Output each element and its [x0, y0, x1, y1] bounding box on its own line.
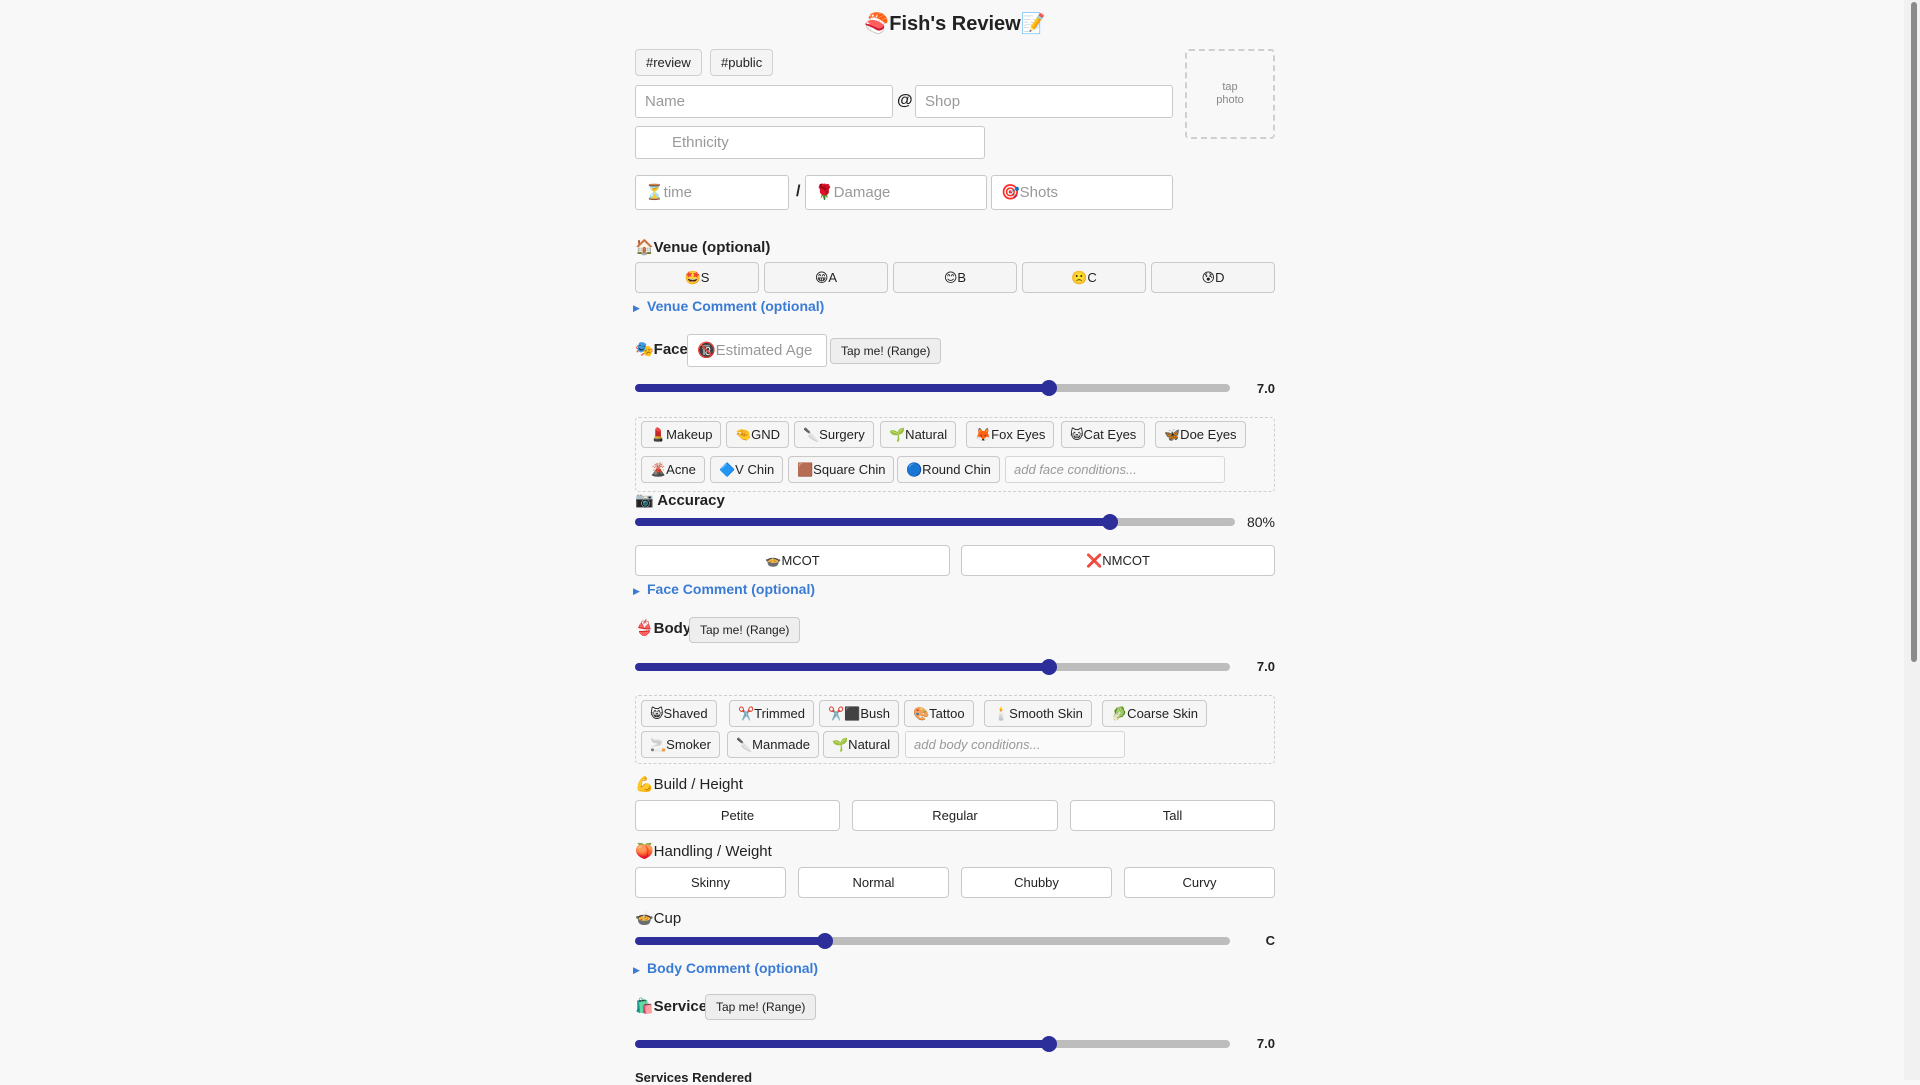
face-label: 🎭Face: [635, 341, 688, 358]
handling-skinny-button[interactable]: Skinny: [635, 867, 786, 898]
build-regular-button[interactable]: Regular: [852, 800, 1058, 831]
face-condition-chip[interactable]: 💄Makeup: [641, 421, 722, 448]
body-comment-toggle[interactable]: ▶ Body Comment (optional): [633, 959, 818, 979]
face-condition-chip[interactable]: 🟫Square Chin: [788, 456, 895, 483]
face-condition-chip[interactable]: 🌋Acne: [641, 456, 705, 483]
body-condition-chip[interactable]: 🕯️Smooth Skin: [984, 700, 1092, 727]
tag-public-button[interactable]: #public: [710, 49, 774, 76]
face-comment-label: Face Comment (optional): [647, 581, 816, 597]
estimated-age-input[interactable]: [687, 334, 827, 367]
body-condition-chip[interactable]: 🔪Manmade: [727, 731, 819, 758]
body-condition-chip[interactable]: ✂️⬛Bush: [819, 700, 900, 727]
service-score-fill: [635, 1040, 1050, 1048]
page-scrollbar[interactable]: [1904, 0, 1920, 1080]
body-condition-chip[interactable]: 🎨Tattoo: [904, 700, 974, 727]
face-condition-chip[interactable]: 🦋Doe Eyes: [1155, 421, 1246, 448]
venue-comment-label: Venue Comment (optional): [647, 298, 825, 314]
photo-upload[interactable]: tap photo: [1185, 49, 1275, 139]
body-score-value: 7.0: [1256, 659, 1275, 674]
handling-weight-label: 🍑Handling / Weight: [635, 843, 772, 860]
body-comment-label: Body Comment (optional): [647, 960, 819, 976]
service-score-value: 7.0: [1256, 1036, 1275, 1051]
time-input[interactable]: [635, 175, 789, 210]
face-comment-toggle[interactable]: ▶ Face Comment (optional): [633, 580, 815, 600]
body-condition-chip[interactable]: 🥬Coarse Skin: [1102, 700, 1207, 727]
name-input[interactable]: [635, 85, 893, 118]
face-range-button[interactable]: Tap me! (Range): [830, 338, 942, 364]
face-condition-chip[interactable]: 🌱Natural: [880, 421, 957, 448]
tag-review-button[interactable]: #review: [635, 49, 702, 76]
service-score-thumb[interactable]: [1041, 1036, 1058, 1052]
face-conditions-input[interactable]: add face conditions...: [1005, 456, 1225, 483]
face-condition-chip[interactable]: 😺Cat Eyes: [1061, 421, 1146, 448]
venue-grade-a[interactable]: 😁A: [764, 262, 888, 293]
build-petite-button[interactable]: Petite: [635, 800, 840, 831]
face-score-value: 7.0: [1256, 381, 1275, 396]
venue-grade-c[interactable]: 🙁C: [1022, 262, 1146, 293]
face-condition-chip[interactable]: 🔷V Chin: [710, 456, 784, 483]
body-condition-chip[interactable]: ✂️Trimmed: [729, 700, 814, 727]
ethnicity-select[interactable]: Ethnicity: [635, 126, 985, 159]
cup-thumb[interactable]: [817, 933, 834, 949]
face-condition-chip[interactable]: 🔵Round Chin: [897, 456, 1000, 483]
venue-grade-d[interactable]: 😰D: [1151, 262, 1275, 293]
face-condition-chip[interactable]: 🤏GND: [726, 421, 790, 448]
service-label: 🛍️Service: [635, 998, 708, 1015]
review-form: 🍣Fish's Review📝 #review #public @ tap ph…: [0, 0, 1920, 1085]
venue-label: 🏠Venue (optional): [635, 239, 771, 256]
disclosure-triangle-icon: ▶: [633, 965, 640, 975]
handling-chubby-button[interactable]: Chubby: [961, 867, 1112, 898]
body-score-thumb[interactable]: [1041, 659, 1058, 675]
body-condition-chip[interactable]: 🚬Smoker: [641, 731, 720, 758]
venue-grade-b[interactable]: 😊B: [893, 262, 1017, 293]
body-conditions-input[interactable]: add body conditions...: [905, 731, 1125, 758]
shots-input[interactable]: [991, 175, 1173, 210]
accuracy-value: 80%: [1246, 514, 1275, 530]
mcot-button[interactable]: 🍲MCOT: [635, 545, 950, 576]
body-score-fill: [635, 663, 1050, 671]
cup-label: 🍲Cup: [635, 910, 682, 927]
handling-curvy-button[interactable]: Curvy: [1124, 867, 1275, 898]
venue-comment-toggle[interactable]: ▶ Venue Comment (optional): [633, 297, 824, 317]
service-score-slider[interactable]: [635, 1036, 1230, 1052]
build-tall-button[interactable]: Tall: [1070, 800, 1275, 831]
cup-slider[interactable]: [635, 933, 1230, 949]
slash-separator: /: [796, 183, 801, 200]
body-condition-chip[interactable]: 😸Shaved: [641, 700, 717, 727]
venue-grade-s[interactable]: 🤩S: [635, 262, 759, 293]
face-score-thumb[interactable]: [1041, 380, 1058, 396]
disclosure-triangle-icon: ▶: [633, 303, 640, 313]
scrollbar-thumb[interactable]: [1911, 2, 1917, 662]
body-condition-chip[interactable]: 🌱Natural: [823, 731, 900, 758]
cup-fill: [635, 937, 826, 945]
service-range-button[interactable]: Tap me! (Range): [705, 994, 817, 1020]
photo-hint-line1: tap: [1222, 81, 1238, 93]
handling-normal-button[interactable]: Normal: [798, 867, 949, 898]
build-height-label: 💪Build / Height: [635, 776, 743, 793]
body-range-button[interactable]: Tap me! (Range): [689, 617, 801, 643]
face-condition-chip[interactable]: 🦊Fox Eyes: [966, 421, 1055, 448]
face-condition-chip[interactable]: 🔪Surgery: [794, 421, 874, 448]
accuracy-thumb[interactable]: [1102, 514, 1119, 530]
body-label: 👙Body: [635, 620, 692, 637]
photo-hint-line2: photo: [1216, 94, 1244, 106]
accuracy-label: 📷 Accuracy: [635, 492, 725, 509]
disclosure-triangle-icon: ▶: [633, 586, 640, 596]
accuracy-slider[interactable]: [635, 514, 1235, 530]
accuracy-fill: [635, 518, 1111, 526]
cup-value: C: [1265, 933, 1275, 948]
page-title: 🍣Fish's Review📝: [864, 13, 1046, 35]
face-score-slider[interactable]: [635, 380, 1230, 396]
at-separator: @: [897, 92, 913, 109]
nmcot-button[interactable]: ❌NMCOT: [961, 545, 1275, 576]
damage-input[interactable]: [805, 175, 987, 210]
face-score-fill: [635, 384, 1050, 392]
body-score-slider[interactable]: [635, 659, 1230, 675]
services-rendered-label: Services Rendered: [635, 1070, 753, 1085]
shop-input[interactable]: [915, 85, 1173, 118]
